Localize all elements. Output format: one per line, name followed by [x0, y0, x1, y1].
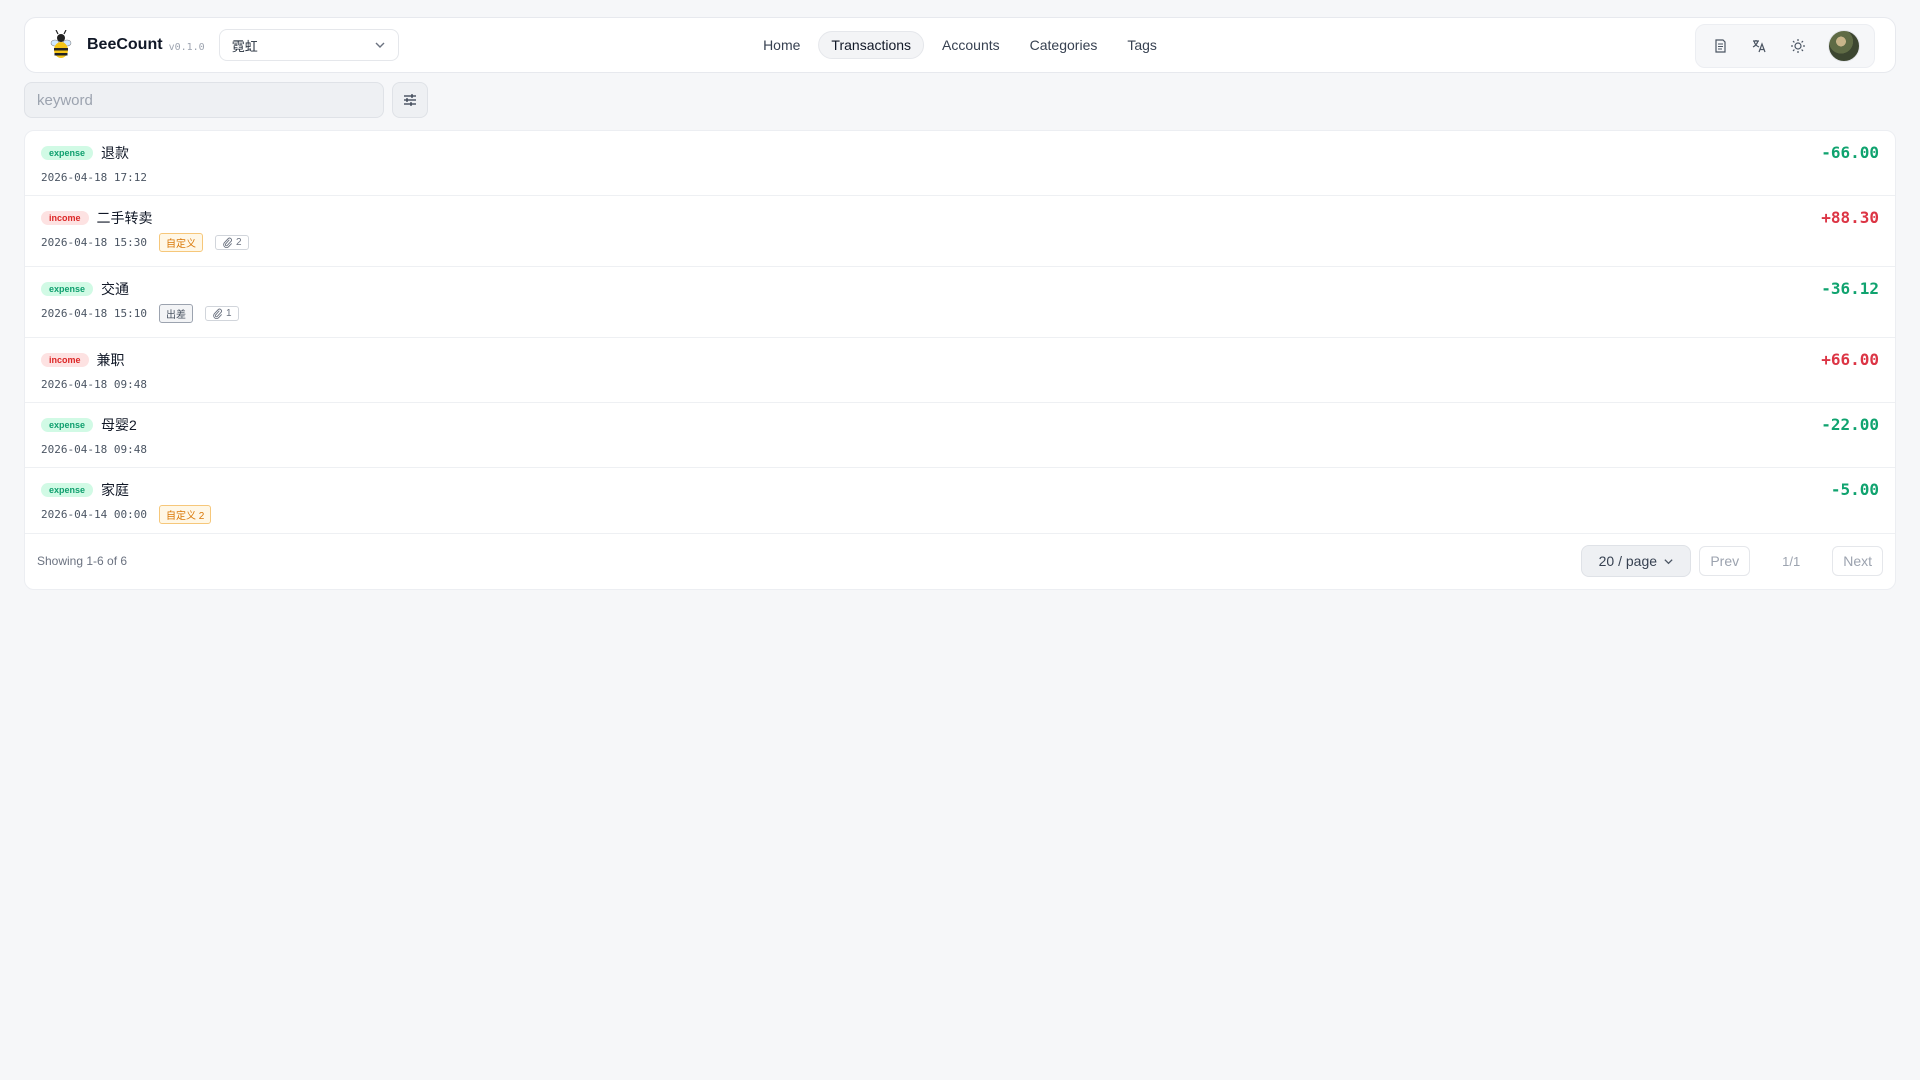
page-indicator: 1/1	[1782, 553, 1801, 569]
attachment-count[interactable]: 2	[214, 234, 249, 250]
transaction-date: 2026-04-18 15:10	[41, 306, 147, 320]
page-size-select[interactable]: 20 / page	[1581, 545, 1692, 577]
nav-home[interactable]: Home	[751, 32, 812, 58]
transaction-row[interactable]: expense 交通 2026-04-18 15:10 出差 1 -36.12	[25, 267, 1895, 338]
nav-accounts[interactable]: Accounts	[930, 32, 1012, 58]
avatar[interactable]	[1827, 30, 1860, 62]
tag-chip: 自定义 2	[158, 504, 212, 524]
prev-button[interactable]: Prev	[1699, 546, 1751, 576]
chevron-down-icon	[375, 42, 385, 48]
transaction-date: 2026-04-18 17:12	[41, 170, 147, 184]
app-header: BeeCount v0.1.0 霓虹 Home Transactions Acc…	[24, 17, 1896, 73]
header-toolbar	[1695, 24, 1875, 68]
pagination: 20 / page Prev 1/1 Next	[1581, 545, 1883, 577]
transaction-amount: -22.00	[1821, 415, 1879, 434]
brand-name: BeeCount	[87, 36, 163, 53]
transaction-title: 退款	[101, 145, 130, 161]
transaction-amount: -36.12	[1821, 279, 1879, 298]
type-badge: expense	[41, 146, 94, 160]
tag-chip: 自定义	[158, 232, 203, 252]
transaction-title: 母婴2	[101, 417, 137, 433]
search-row	[24, 82, 428, 118]
next-button[interactable]: Next	[1832, 546, 1883, 576]
brand[interactable]: BeeCount v0.1.0	[49, 30, 205, 60]
sliders-icon	[404, 94, 416, 106]
nav-transactions[interactable]: Transactions	[818, 31, 925, 59]
transaction-row[interactable]: expense 退款 2026-04-18 17:12 -66.00	[25, 131, 1895, 196]
paperclip-icon	[223, 237, 232, 248]
document-icon[interactable]	[1711, 37, 1729, 55]
filter-button[interactable]	[392, 82, 428, 118]
transaction-amount: +88.30	[1821, 208, 1879, 227]
ledger-select[interactable]: 霓虹	[218, 29, 399, 61]
transaction-row[interactable]: expense 家庭 2026-04-14 00:00 自定义 2 -5.00	[25, 468, 1895, 534]
nav-categories[interactable]: Categories	[1018, 32, 1110, 58]
transaction-row[interactable]: income 兼职 2026-04-18 09:48 +66.00	[25, 338, 1895, 403]
attachment-count[interactable]: 1	[204, 305, 239, 321]
translate-icon[interactable]	[1750, 37, 1768, 55]
transaction-title: 交通	[101, 281, 130, 297]
transaction-row[interactable]: income 二手转卖 2026-04-18 15:30 自定义 2 +88.3…	[25, 196, 1895, 267]
transaction-date: 2026-04-18 15:30	[41, 235, 147, 249]
paperclip-icon	[213, 308, 222, 319]
type-badge: expense	[41, 483, 94, 497]
transaction-amount: -5.00	[1830, 480, 1879, 499]
main-nav: Home Transactions Accounts Categories Ta…	[751, 31, 1169, 59]
chevron-down-icon	[1664, 558, 1673, 564]
showing-count: Showing 1-6 of 6	[37, 554, 128, 568]
nav-tags[interactable]: Tags	[1115, 32, 1169, 58]
bee-logo-icon	[50, 30, 72, 58]
transaction-amount: -66.00	[1821, 143, 1879, 162]
transaction-title: 二手转卖	[96, 210, 153, 226]
sun-icon[interactable]	[1789, 37, 1807, 55]
transaction-date: 2026-04-18 09:48	[41, 377, 147, 391]
transaction-row[interactable]: expense 母婴2 2026-04-18 09:48 -22.00	[25, 403, 1895, 468]
version-label: v0.1.0	[168, 41, 205, 53]
transaction-date: 2026-04-18 09:48	[41, 442, 147, 456]
list-footer: Showing 1-6 of 6 20 / page Prev 1/1 Next	[25, 533, 1895, 589]
search-input[interactable]	[24, 82, 384, 118]
tag-chip: 出差	[158, 303, 193, 323]
transaction-amount: +66.00	[1821, 350, 1879, 369]
type-badge: income	[41, 211, 89, 225]
ledger-select-value: 霓虹	[231, 38, 258, 54]
transaction-title: 兼职	[96, 352, 125, 368]
type-badge: income	[41, 353, 89, 367]
page-size-value: 20 / page	[1598, 553, 1658, 569]
attachment-count-value: 1	[225, 307, 232, 319]
transaction-title: 家庭	[101, 482, 130, 498]
type-badge: expense	[41, 282, 94, 296]
transaction-list: expense 退款 2026-04-18 17:12 -66.00 incom…	[24, 130, 1896, 590]
type-badge: expense	[41, 418, 94, 432]
attachment-count-value: 2	[235, 236, 242, 248]
transaction-date: 2026-04-14 00:00	[41, 507, 147, 521]
